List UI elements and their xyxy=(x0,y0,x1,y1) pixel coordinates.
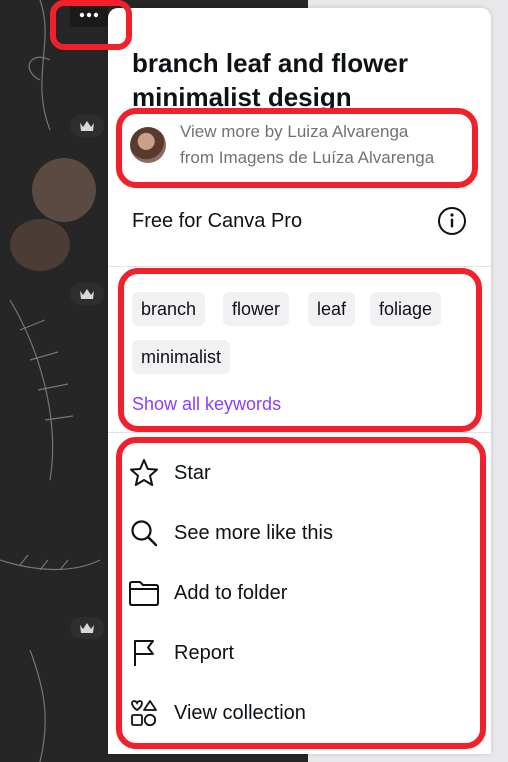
flag-icon xyxy=(128,637,160,669)
crown-icon xyxy=(80,121,94,131)
menu-item-report[interactable]: Report xyxy=(128,633,468,673)
keyword-chip[interactable]: minimalist xyxy=(132,340,231,374)
menu-item-star[interactable]: Star xyxy=(128,453,468,493)
menu-item-add-to-folder[interactable]: Add to folder xyxy=(128,573,468,613)
search-icon xyxy=(128,517,160,549)
keyword-chip[interactable]: leaf xyxy=(308,292,356,326)
divider xyxy=(108,266,491,267)
keyword-chip[interactable]: foliage xyxy=(370,292,442,326)
menu-item-label: Star xyxy=(174,461,211,484)
star-icon xyxy=(128,457,160,489)
folder-icon xyxy=(128,577,160,609)
ellipsis-icon xyxy=(79,12,99,18)
menu-item-label: View collection xyxy=(174,701,306,724)
show-all-keywords-link[interactable]: Show all keywords xyxy=(132,394,281,415)
pro-crown-badge xyxy=(70,115,104,137)
author-link[interactable]: View more by Luiza Alvarenga from Imagen… xyxy=(130,118,475,172)
pro-crown-badge xyxy=(70,283,104,305)
keyword-chip[interactable]: branch xyxy=(132,292,206,326)
menu-item-view-collection[interactable]: View collection xyxy=(128,693,468,733)
license-label: Free for Canva Pro xyxy=(132,209,303,232)
menu-item-label: See more like this xyxy=(174,521,333,544)
pro-crown-badge xyxy=(70,617,104,639)
keyword-chip[interactable]: flower xyxy=(223,292,290,326)
license-row: Free for Canva Pro xyxy=(132,204,467,238)
element-details-panel: branch leaf and flower minimalist design… xyxy=(108,8,491,754)
menu-item-label: Add to folder xyxy=(174,581,288,604)
more-options-button[interactable] xyxy=(70,3,108,27)
author-text: View more by Luiza Alvarenga from Imagen… xyxy=(180,119,434,171)
crown-icon xyxy=(80,289,94,299)
crown-icon xyxy=(80,623,94,633)
menu-item-see-more[interactable]: See more like this xyxy=(128,513,468,553)
menu-item-label: Report xyxy=(174,641,235,664)
element-title: branch leaf and flower minimalist design xyxy=(132,48,408,112)
author-line-2: from Imagens de Luíza Alvarenga xyxy=(180,148,435,167)
divider xyxy=(108,432,491,433)
author-avatar xyxy=(130,127,166,163)
info-icon[interactable] xyxy=(437,206,467,236)
author-line-1: View more by Luiza Alvarenga xyxy=(180,122,409,141)
shapes-icon xyxy=(128,697,160,729)
